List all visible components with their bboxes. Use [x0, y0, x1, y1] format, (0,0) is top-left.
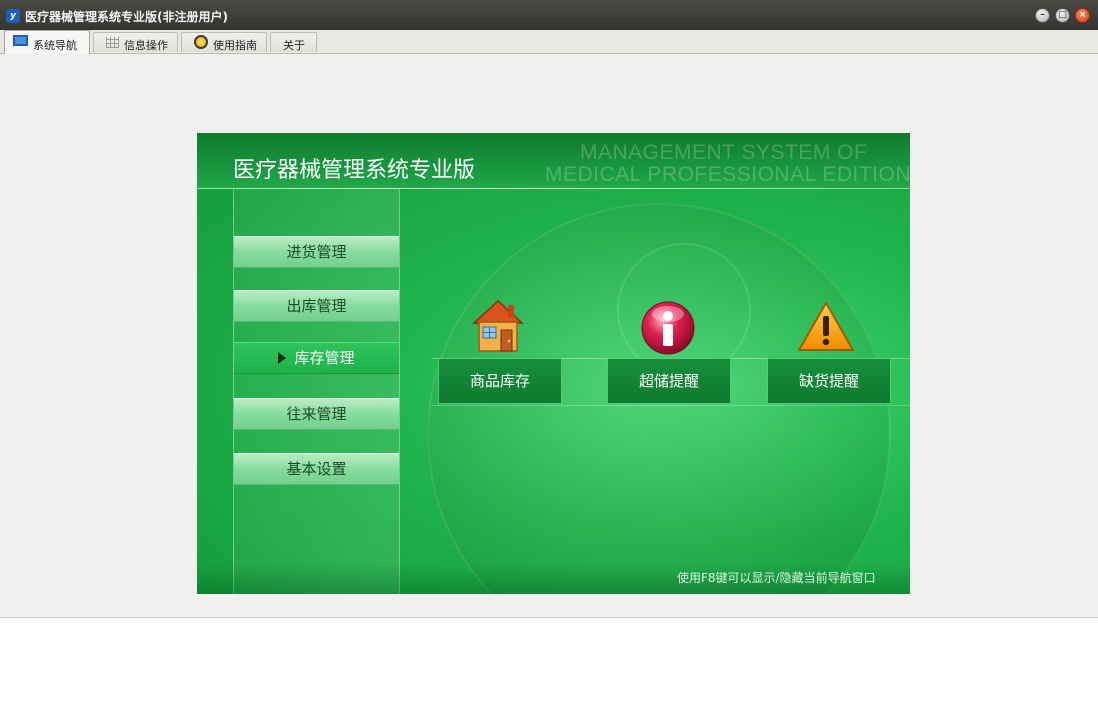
warning-icon[interactable] [797, 301, 855, 353]
tab-label: 使用指南 [213, 39, 257, 52]
navigation-panel: 医疗器械管理系统专业版 MANAGEMENT SYSTEM OF MEDICAL… [197, 133, 910, 594]
monitor-icon [13, 35, 28, 46]
menu-item-label: 往来管理 [286, 405, 347, 423]
selected-arrow-icon [278, 352, 287, 364]
menu-item-label: 基本设置 [286, 460, 347, 478]
info-icon[interactable] [639, 299, 697, 357]
tab-user-guide[interactable]: 使用指南 [181, 32, 267, 52]
tab-strip: 系统导航 信息操作 使用指南 关于 [0, 30, 1098, 54]
tab-system-navigation[interactable]: 系统导航 [4, 30, 90, 54]
function-label: 超储提醒 [638, 372, 699, 390]
grid-icon [106, 37, 119, 48]
watermark-line-1: MANAGEMENT SYSTEM OF [580, 141, 868, 164]
f8-hint-text: 使用F8键可以显示/隐藏当前导航窗口 [677, 571, 876, 585]
tab-label: 系统导航 [33, 39, 77, 52]
maximize-button[interactable]: □ [1055, 8, 1070, 23]
function-label: 缺货提醒 [798, 372, 859, 390]
window-title: 医疗器械管理系统专业版(非注册用户) [25, 10, 228, 24]
menu-item-label: 出库管理 [286, 297, 347, 315]
menu-item-accounts[interactable]: 往来管理 [234, 398, 399, 430]
menu-item-inventory[interactable]: 库存管理 [234, 342, 399, 374]
product-inventory-button[interactable]: 商品库存 [438, 358, 562, 404]
app-window: y 医疗器械管理系统专业版(非注册用户) – □ × 系统导航 信息操作 使用指… [0, 0, 1098, 618]
shortage-alert-button[interactable]: 缺货提醒 [767, 358, 891, 404]
menu-item-outbound[interactable]: 出库管理 [234, 290, 399, 322]
tab-label: 关于 [283, 39, 305, 52]
menu-item-label: 进货管理 [286, 243, 347, 261]
menu-item-basic-settings[interactable]: 基本设置 [234, 453, 399, 485]
tab-info-operation[interactable]: 信息操作 [93, 32, 178, 52]
tab-label: 信息操作 [124, 39, 168, 52]
menu-item-purchase[interactable]: 进货管理 [234, 236, 399, 268]
menu-item-label: 库存管理 [294, 349, 355, 367]
app-logo-icon: y [6, 9, 20, 23]
watermark-line-2: MEDICAL PROFESSIONAL EDITION [545, 163, 910, 186]
overstock-alert-button[interactable]: 超储提醒 [607, 358, 731, 404]
panel-title: 医疗器械管理系统专业版 [233, 158, 476, 183]
house-icon[interactable] [472, 299, 524, 353]
minimize-button[interactable]: – [1035, 8, 1050, 23]
tab-about[interactable]: 关于 [270, 32, 317, 52]
close-button[interactable]: × [1075, 8, 1090, 23]
function-label: 商品库存 [469, 372, 530, 390]
title-bar[interactable]: y 医疗器械管理系统专业版(非注册用户) – □ × [0, 0, 1098, 30]
guide-icon [194, 35, 208, 49]
